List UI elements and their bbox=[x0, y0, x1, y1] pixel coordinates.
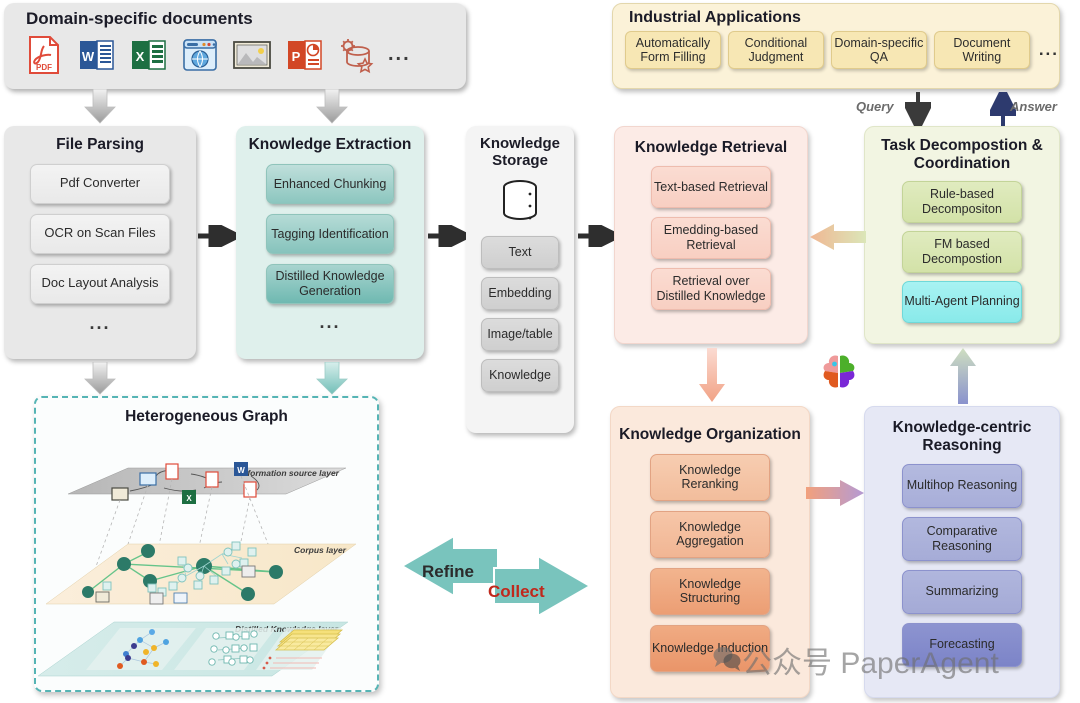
extraction-item-distilled-generation[interactable]: Distilled Knowledge Generation bbox=[266, 263, 394, 304]
retrieval-item-embedding-based[interactable]: Emedding-based Retrieval bbox=[651, 216, 771, 259]
organization-to-reasoning-arrow bbox=[806, 480, 864, 506]
image-icon bbox=[230, 33, 274, 77]
applications-more-dots[interactable]: ... bbox=[1039, 40, 1059, 60]
excel-icon: X bbox=[126, 33, 170, 77]
layer-label-information-source: Information source layer bbox=[240, 468, 340, 478]
knowledge-organization-panel: Knowledge Organization Knowledge Reranki… bbox=[610, 406, 810, 698]
database-icon bbox=[503, 179, 537, 220]
task-decomposition-panel: Task Decompostion & Coordination Rule-ba… bbox=[864, 126, 1060, 344]
knowledge-retrieval-title: Knowledge Retrieval bbox=[634, 139, 788, 156]
task-item-fm-based[interactable]: FM based Decompostion bbox=[902, 230, 1022, 273]
knowledge-storage-title: Knowledge Storage bbox=[479, 135, 560, 170]
pdf-icon: PDF bbox=[22, 33, 66, 77]
storage-item-embedding[interactable]: Embedding bbox=[481, 276, 559, 310]
query-label: Query bbox=[856, 99, 894, 114]
svg-text:PDF: PDF bbox=[36, 63, 52, 72]
word-icon: W bbox=[74, 33, 118, 77]
file-parsing-title: File Parsing bbox=[56, 136, 144, 153]
refine-label: Refine bbox=[422, 562, 474, 581]
organization-item-reranking[interactable]: Knowledge Reranking bbox=[650, 453, 770, 501]
app-chip-document-writing[interactable]: Document Writing bbox=[933, 31, 1030, 70]
answer-label: Answer bbox=[1010, 99, 1057, 114]
app-chip-domain-qa[interactable]: Domain-specific QA bbox=[830, 31, 927, 70]
collect-label: Collect bbox=[488, 582, 545, 601]
organization-item-aggregation[interactable]: Knowledge Aggregation bbox=[650, 510, 770, 558]
heterogeneous-graph-title: Heterogeneous Graph bbox=[125, 408, 288, 425]
app-chip-form-filling[interactable]: Automatically Form Filling bbox=[625, 31, 721, 70]
file-parsing-more-dots[interactable]: ... bbox=[4, 313, 196, 334]
documents-to-extraction-arrow bbox=[316, 89, 348, 124]
retrieval-to-organization-arrow bbox=[699, 348, 725, 402]
heterogeneous-graph-figure: Information source layer W X Corpus laye… bbox=[37, 461, 357, 677]
extraction-to-storage-arrow bbox=[428, 225, 466, 247]
brain-puzzle-icon bbox=[823, 355, 855, 388]
architecture-diagram: Domain-specific documents PDF W X P ... … bbox=[0, 0, 1080, 703]
storage-item-image-table[interactable]: Image/table bbox=[481, 317, 559, 351]
svg-text:X: X bbox=[186, 494, 192, 503]
file-parsing-item-doc-layout[interactable]: Doc Layout Analysis bbox=[30, 263, 170, 304]
organization-item-structuring[interactable]: Knowledge Structuring bbox=[650, 567, 770, 615]
query-arrow bbox=[905, 92, 931, 128]
reasoning-item-comparative[interactable]: Comparative Reasoning bbox=[902, 516, 1022, 561]
svg-text:W: W bbox=[82, 49, 95, 64]
industrial-applications-title: Industrial Applications bbox=[629, 9, 801, 26]
knowledge-storage-panel: Knowledge Storage Text Embedding Image/t… bbox=[466, 126, 574, 433]
task-item-multi-agent-planning[interactable]: Multi-Agent Planning bbox=[902, 280, 1022, 323]
svg-text:W: W bbox=[237, 466, 245, 475]
heterogeneous-graph-panel: Heterogeneous Graph Information source l… bbox=[34, 396, 379, 692]
svg-text:P: P bbox=[292, 49, 301, 64]
powerpoint-icon: P bbox=[282, 33, 326, 77]
retrieval-item-text-based[interactable]: Text-based Retrieval bbox=[651, 165, 771, 208]
file-parsing-item-ocr[interactable]: OCR on Scan Files bbox=[30, 213, 170, 254]
task-item-rule-based[interactable]: Rule-based Decompositon bbox=[902, 180, 1022, 223]
knowledge-extraction-panel: Knowledge Extraction Enhanced Chunking T… bbox=[236, 126, 424, 359]
reasoning-to-task-arrow bbox=[950, 348, 976, 404]
knowledge-organization-title: Knowledge Organization bbox=[619, 426, 801, 443]
svg-text:X: X bbox=[136, 49, 145, 64]
application-chip-row: Automatically Form Filling Conditional J… bbox=[613, 27, 1059, 70]
documents-more-dots[interactable]: ... bbox=[388, 43, 411, 66]
reasoning-item-forecasting[interactable]: Forecasting bbox=[902, 622, 1022, 667]
file-parsing-item-pdf-converter[interactable]: Pdf Converter bbox=[30, 163, 170, 204]
domain-documents-title: Domain-specific documents bbox=[26, 9, 253, 28]
knowledge-reasoning-panel: Knowledge-centric Reasoning Multihop Rea… bbox=[864, 406, 1060, 698]
extraction-more-dots[interactable]: ... bbox=[236, 312, 424, 333]
parsing-to-extraction-arrow bbox=[198, 225, 236, 247]
layer-label-corpus: Corpus layer bbox=[294, 545, 347, 555]
documents-to-parsing-arrow bbox=[84, 89, 116, 124]
file-parsing-panel: File Parsing Pdf Converter OCR on Scan F… bbox=[4, 126, 196, 359]
organization-item-induction[interactable]: Knowledge Induction bbox=[650, 624, 770, 672]
storage-item-text[interactable]: Text bbox=[481, 235, 559, 269]
task-decomposition-title: Task Decompostion & Coordination bbox=[881, 137, 1043, 172]
task-to-retrieval-arrow bbox=[810, 224, 866, 250]
database-config-icon bbox=[334, 33, 378, 77]
reasoning-item-multihop[interactable]: Multihop Reasoning bbox=[902, 463, 1022, 508]
knowledge-extraction-title: Knowledge Extraction bbox=[248, 136, 412, 153]
knowledge-reasoning-title: Knowledge-centric Reasoning bbox=[892, 419, 1032, 454]
industrial-applications-panel: Industrial Applications Automatically Fo… bbox=[612, 3, 1060, 89]
domain-documents-panel: Domain-specific documents PDF W X P ... bbox=[4, 3, 466, 89]
refine-collect-arrows: Refine Collect bbox=[396, 534, 596, 618]
app-chip-conditional-judgment[interactable]: Conditional Judgment bbox=[727, 31, 824, 70]
reasoning-item-summarizing[interactable]: Summarizing bbox=[902, 569, 1022, 614]
parsing-to-graph-arrow bbox=[84, 362, 116, 395]
knowledge-retrieval-panel: Knowledge Retrieval Text-based Retrieval… bbox=[614, 126, 808, 344]
extraction-item-tagging-identification[interactable]: Tagging Identification bbox=[266, 213, 394, 254]
webpage-icon bbox=[178, 33, 222, 77]
retrieval-item-distilled[interactable]: Retrieval over Distilled Knowledge bbox=[651, 267, 771, 310]
storage-to-retrieval-arrow bbox=[578, 225, 616, 247]
extraction-item-enhanced-chunking[interactable]: Enhanced Chunking bbox=[266, 163, 394, 204]
wechat-icon bbox=[713, 647, 741, 671]
extraction-to-graph-arrow bbox=[316, 362, 348, 395]
document-icon-row: PDF W X P ... bbox=[4, 29, 466, 77]
storage-item-knowledge[interactable]: Knowledge bbox=[481, 358, 559, 392]
